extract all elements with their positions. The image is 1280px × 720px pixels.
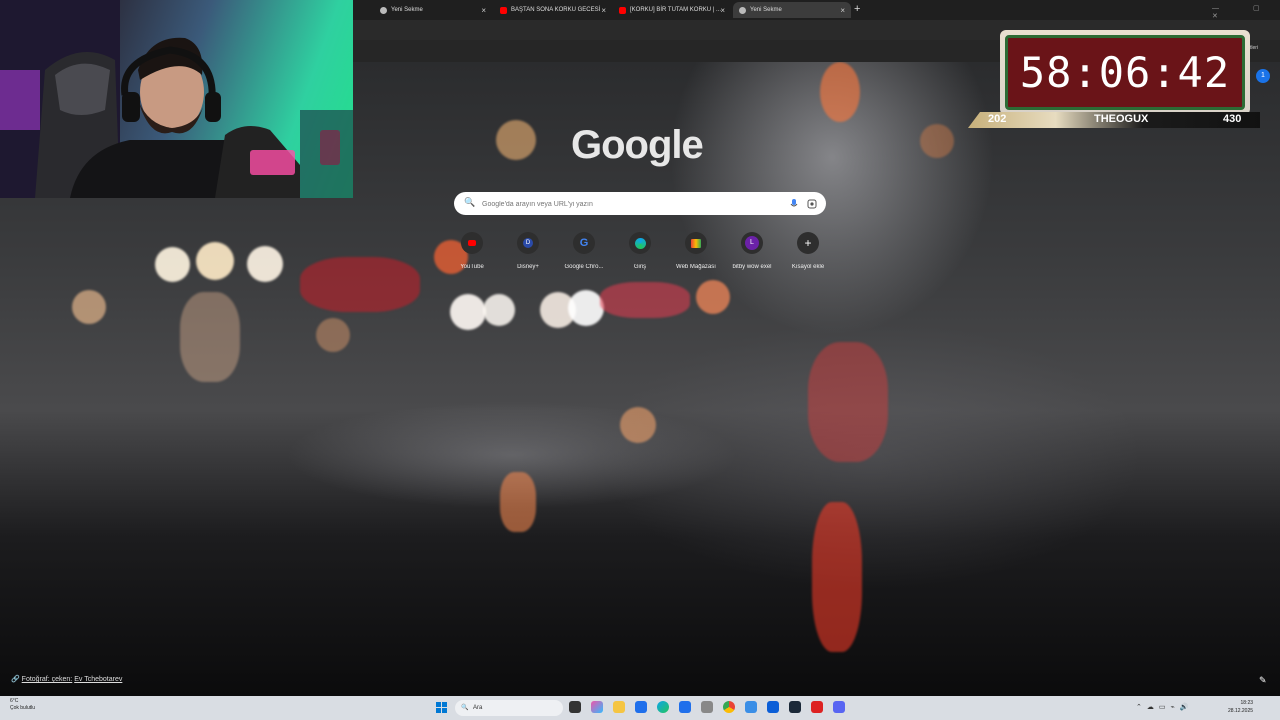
lens-icon[interactable] bbox=[807, 199, 817, 209]
taskbar-clock[interactable]: 18:23 28.12.2025 bbox=[1228, 699, 1253, 715]
tab-title: Yeni Sekme bbox=[391, 7, 423, 13]
timer-digits: 58:06:42 bbox=[1019, 48, 1231, 97]
clock-date: 28.12.2025 bbox=[1228, 708, 1254, 714]
photo-credit-link[interactable]: 🔗 Fotoğraf: çeken: Ev Tchebotarev bbox=[11, 675, 122, 683]
app-icon[interactable] bbox=[767, 701, 779, 713]
shortcut-disney[interactable]: D Disney+ bbox=[498, 232, 558, 270]
search-icon: 🔍 bbox=[461, 705, 469, 711]
new-tab-button[interactable]: + bbox=[854, 3, 860, 15]
network-tool-icon[interactable] bbox=[745, 701, 757, 713]
settings-icon[interactable] bbox=[701, 701, 713, 713]
shortcut-google-chrome[interactable]: G Google Chro... bbox=[554, 232, 614, 270]
tab-new-tab-1[interactable]: Yeni Sekme × bbox=[374, 2, 492, 18]
webcam-overlay bbox=[0, 0, 353, 198]
tab-title: Yeni Sekme bbox=[750, 7, 782, 13]
shortcut-giris[interactable]: Giriş bbox=[610, 232, 670, 270]
shortcut-label: Google Chro... bbox=[564, 264, 604, 270]
shortcut-label: Kısayol ekle bbox=[791, 264, 825, 270]
photo-credit-prefix: Fotoğraf: çeken: bbox=[21, 676, 73, 683]
close-icon[interactable]: × bbox=[481, 6, 486, 15]
shortcut-youtube[interactable]: YouTube bbox=[442, 232, 502, 270]
right-count: 430 bbox=[1223, 113, 1242, 125]
countdown-timer-widget: 58:06:42 bbox=[1000, 30, 1250, 115]
weather-desc: Çok bulutlu bbox=[10, 705, 36, 711]
shortcut-add[interactable]: + Kısayol ekle bbox=[778, 232, 838, 270]
windows-start-icon[interactable] bbox=[436, 702, 447, 713]
search-input[interactable] bbox=[480, 192, 774, 217]
search-icon: 🔍 bbox=[464, 197, 476, 207]
vscode-icon[interactable] bbox=[679, 701, 691, 713]
window-controls[interactable]: — ▢ ✕ bbox=[1212, 4, 1280, 20]
tab-youtube-2[interactable]: [KORKU] BİR TUTAM KORKU | ... × bbox=[613, 2, 731, 18]
shortcut-label: bitby wow exel bbox=[732, 264, 772, 270]
tab-new-tab-active[interactable]: Yeni Sekme × bbox=[733, 2, 851, 18]
webstore-icon bbox=[685, 232, 707, 254]
letter-l-icon: L bbox=[741, 232, 763, 254]
edge-icon bbox=[629, 232, 651, 254]
customize-pencil-icon[interactable]: ✎ bbox=[1259, 675, 1267, 686]
photo-credit-name: Ev Tchebotarev bbox=[74, 676, 123, 683]
weather-temp: 6°C bbox=[10, 698, 19, 704]
shortcut-web-store[interactable]: Web Mağazası bbox=[666, 232, 726, 270]
streamer-name: THEOGUX bbox=[1094, 113, 1149, 125]
store-icon[interactable] bbox=[635, 701, 647, 713]
system-tray[interactable]: ⌃☁▭⌁🔊 bbox=[1136, 703, 1193, 711]
tab-youtube-1[interactable]: BAŞTAN SONA KORKU GECESİ × bbox=[494, 2, 612, 18]
taskbar-search-label: Ara bbox=[473, 705, 483, 711]
microphone-icon[interactable] bbox=[790, 199, 798, 209]
steam-icon[interactable] bbox=[789, 701, 801, 713]
copilot-icon[interactable] bbox=[591, 701, 603, 713]
close-icon[interactable]: × bbox=[720, 6, 725, 15]
close-icon[interactable]: × bbox=[601, 6, 606, 15]
close-icon[interactable]: × bbox=[840, 6, 845, 15]
disney-icon: D bbox=[517, 232, 539, 254]
stream-stat-bar: 202 THEOGUX 430 bbox=[968, 112, 1260, 128]
tab-title: [KORKU] BİR TUTAM KORKU | ... bbox=[630, 7, 722, 13]
google-icon: G bbox=[573, 232, 595, 254]
chrome-icon[interactable] bbox=[723, 701, 735, 713]
taskbar-search[interactable]: 🔍 Ara bbox=[455, 700, 563, 716]
clock-time: 18:23 bbox=[1240, 700, 1254, 706]
discord-icon[interactable] bbox=[833, 701, 845, 713]
shortcut-label: YouTube bbox=[460, 264, 484, 270]
extension-badge[interactable]: 1 bbox=[1256, 69, 1270, 83]
chrome-icon bbox=[380, 6, 387, 14]
google-logo: Google bbox=[571, 123, 704, 167]
edge-icon[interactable] bbox=[657, 701, 669, 713]
streamer-webcam-image bbox=[0, 0, 353, 198]
link-icon: 🔗 bbox=[11, 676, 20, 683]
shortcut-label: Giriş bbox=[633, 264, 647, 270]
shortcut-bitby[interactable]: L bitby wow exel bbox=[722, 232, 782, 270]
task-view-icon[interactable] bbox=[569, 701, 581, 713]
chrome-icon bbox=[739, 6, 746, 14]
game-app-icon[interactable] bbox=[811, 701, 823, 713]
file-explorer-icon[interactable] bbox=[613, 701, 625, 713]
timer-display: 58:06:42 bbox=[1005, 35, 1245, 110]
search-box[interactable]: 🔍 bbox=[454, 192, 826, 217]
youtube-icon bbox=[500, 6, 507, 14]
weather-widget[interactable]: 6°C Çok bulutlu bbox=[10, 698, 35, 712]
left-count: 202 bbox=[988, 113, 1007, 125]
tab-title: BAŞTAN SONA KORKU GECESİ bbox=[511, 7, 601, 13]
plus-icon: + bbox=[797, 232, 819, 254]
shortcut-label: Web Mağazası bbox=[676, 264, 716, 270]
youtube-icon bbox=[619, 6, 626, 14]
youtube-icon bbox=[461, 232, 483, 254]
shortcut-label: Disney+ bbox=[517, 264, 539, 270]
